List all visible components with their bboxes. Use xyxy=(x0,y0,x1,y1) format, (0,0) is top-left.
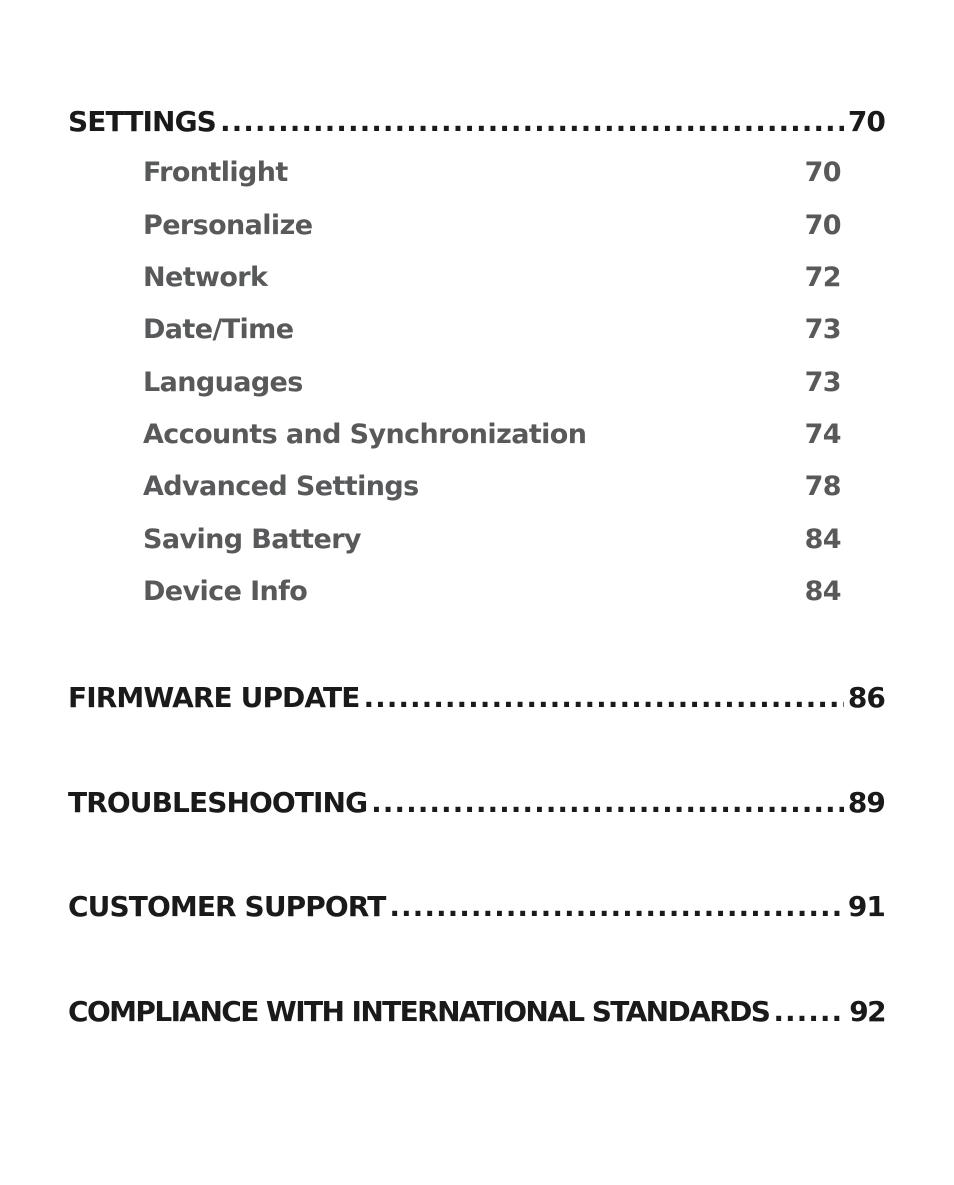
toc-title: COMPLIANCE WITH INTERNATIONAL STANDARDS xyxy=(68,995,771,1028)
toc-subtitle: Device Info xyxy=(143,576,308,607)
toc-subentry[interactable]: Accounts and Synchronization 74 xyxy=(143,419,842,459)
toc-entry-compliance[interactable]: COMPLIANCE WITH INTERNATIONAL STANDARDS … xyxy=(68,995,887,1035)
toc-page: 92 xyxy=(849,995,886,1028)
toc-entry-customer-support[interactable]: CUSTOMER SUPPORT 91 xyxy=(68,890,886,930)
toc-subpage: 78 xyxy=(804,471,842,502)
toc-subentry[interactable]: Saving Battery 84 xyxy=(143,524,842,564)
toc-subpage: 72 xyxy=(804,262,842,293)
toc-page: 86 xyxy=(847,681,886,714)
toc-title: FIRMWARE UPDATE xyxy=(68,681,360,714)
toc-title: CUSTOMER SUPPORT xyxy=(68,890,386,923)
toc-subtitle: Saving Battery xyxy=(143,524,362,555)
toc-subentry[interactable]: Device Info 84 xyxy=(143,576,842,616)
toc-page: 91 xyxy=(847,890,886,923)
toc-subentry[interactable]: Network 72 xyxy=(143,262,842,302)
toc-subtitle: Advanced Settings xyxy=(143,471,419,502)
toc-subtitle: Accounts and Synchronization xyxy=(143,419,587,450)
dot-leader xyxy=(371,786,844,819)
toc-title: TROUBLESHOOTING xyxy=(68,786,368,819)
toc-subtitle: Frontlight xyxy=(143,157,288,188)
toc-subtitle: Languages xyxy=(143,367,303,398)
toc-subentry[interactable]: Date/Time 73 xyxy=(143,314,842,354)
toc-page: 89 xyxy=(847,786,886,819)
dot-leader xyxy=(220,105,844,138)
toc-subentry[interactable]: Frontlight 70 xyxy=(143,157,842,197)
toc-entry-troubleshooting[interactable]: TROUBLESHOOTING 89 xyxy=(68,786,886,826)
dot-leader xyxy=(363,681,843,714)
toc-subtitle: Network xyxy=(143,262,268,293)
toc-subpage: 84 xyxy=(804,576,842,607)
toc-subpage: 84 xyxy=(804,524,842,555)
toc-subpage: 70 xyxy=(804,157,842,188)
toc-subtitle: Personalize xyxy=(143,210,313,241)
toc-subentry[interactable]: Languages 73 xyxy=(143,367,842,407)
toc-entry-settings[interactable]: SETTINGS 70 xyxy=(68,105,886,145)
toc-subpage: 73 xyxy=(804,367,842,398)
toc-subpage: 73 xyxy=(804,314,842,345)
toc-page: 70 xyxy=(847,105,886,138)
dot-leader xyxy=(389,890,843,923)
toc-title: SETTINGS xyxy=(68,105,217,138)
toc-subpage: 70 xyxy=(804,210,842,241)
toc-entry-firmware-update[interactable]: FIRMWARE UPDATE 86 xyxy=(68,681,886,721)
toc-subpage: 74 xyxy=(804,419,842,450)
toc-subentry[interactable]: Advanced Settings 78 xyxy=(143,471,842,511)
toc-subentry[interactable]: Personalize 70 xyxy=(143,210,842,250)
toc-subtitle: Date/Time xyxy=(143,314,294,345)
dot-leader xyxy=(773,995,845,1028)
